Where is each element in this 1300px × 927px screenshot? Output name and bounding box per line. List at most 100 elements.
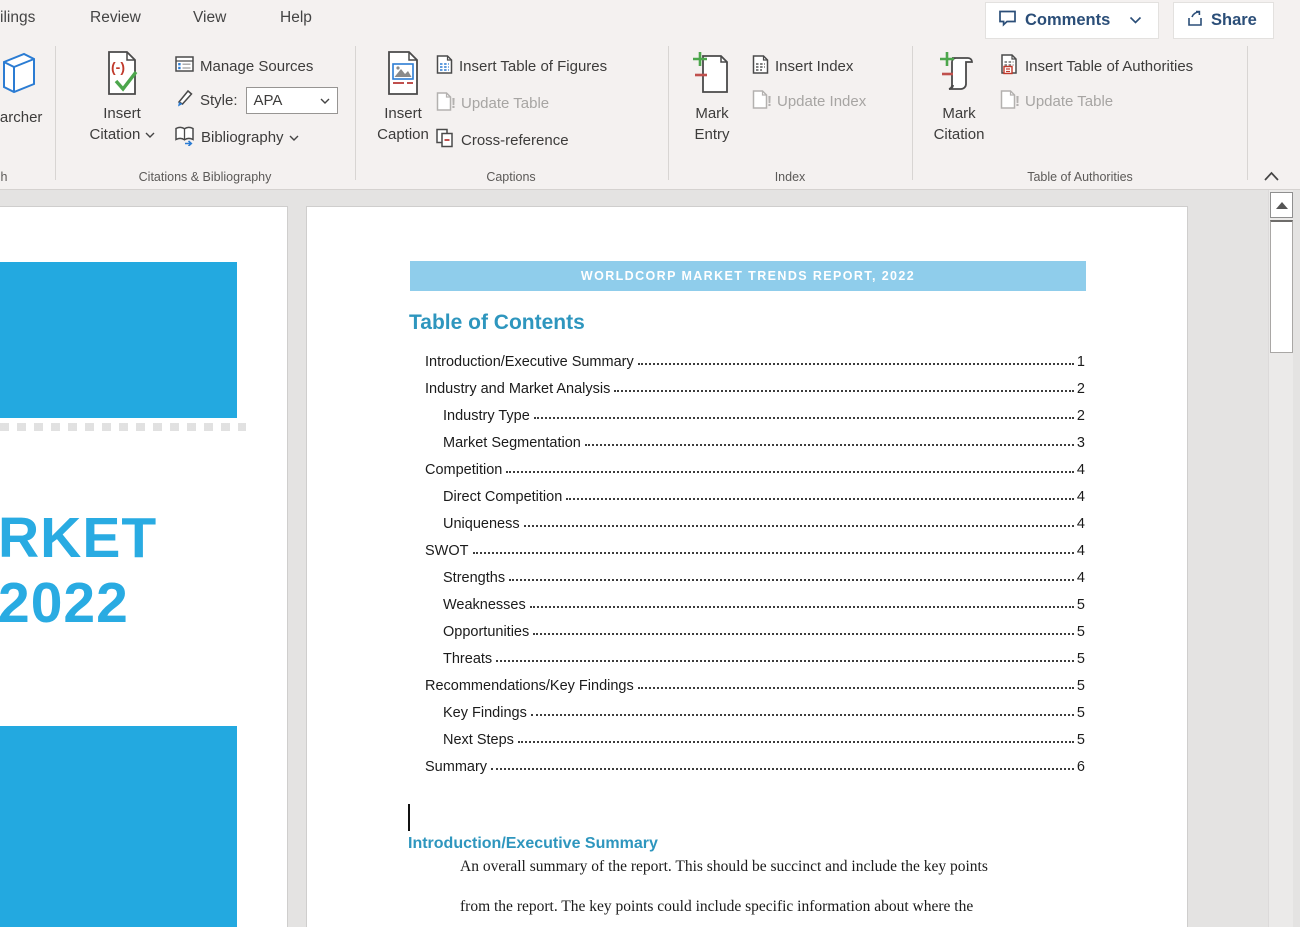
update-index-button[interactable]: ! Update Index — [750, 89, 866, 113]
toc-entry[interactable]: Threats5 — [425, 643, 1085, 670]
toc-entry-page: 4 — [1077, 543, 1085, 562]
body-text-line[interactable]: An overall summary of the report. This s… — [460, 858, 988, 876]
insert-citation-button[interactable]: (-) Insert Citation — [87, 46, 157, 145]
triangle-up-icon — [1276, 202, 1288, 209]
insert-table-of-authorities-label: Insert Table of Authorities — [1025, 58, 1193, 75]
toc-entry[interactable]: Next Steps5 — [425, 724, 1085, 751]
toc-entry-label: Threats — [443, 651, 492, 670]
group-label-research-partial: h — [1, 170, 8, 184]
mark-entry-label2: Entry — [680, 124, 744, 145]
share-button[interactable]: Share — [1173, 2, 1274, 39]
cover-top-block[interactable] — [0, 262, 237, 418]
chevron-down-icon — [289, 129, 299, 146]
table-of-figures-icon — [434, 54, 454, 79]
update-table-icon: ! — [998, 89, 1020, 114]
toc-entry-page: 5 — [1077, 678, 1085, 697]
group-label-authorities: Table of Authorities — [1027, 170, 1133, 184]
toc-entry[interactable]: Competition4 — [425, 454, 1085, 481]
scrollbar-thumb[interactable] — [1270, 220, 1293, 353]
toc-entry[interactable]: Opportunities 5 — [425, 616, 1085, 643]
update-table-button[interactable]: ! Update Table — [434, 91, 549, 115]
toc-entry-page: 1 — [1077, 354, 1085, 373]
update-table-authorities-button[interactable]: ! Update Table — [998, 89, 1113, 113]
toc-entry-page: 4 — [1077, 462, 1085, 481]
style-select[interactable]: APA — [246, 87, 338, 114]
bibliography-button[interactable]: Bibliography — [174, 125, 299, 149]
researcher-label-partial: earcher — [0, 107, 52, 128]
toc-entry-page: 5 — [1077, 624, 1085, 643]
toc-entry[interactable]: Summary6 — [425, 751, 1085, 778]
mark-citation-icon — [926, 50, 992, 101]
toc-page[interactable]: WORLDCORP MARKET TRENDS REPORT, 2022 Tab… — [307, 207, 1187, 927]
mark-entry-label1: Mark — [680, 103, 744, 124]
tab-mailings-partial[interactable]: ilings — [0, 9, 35, 27]
toc-dot-leader — [533, 633, 1074, 635]
body-text-line[interactable]: from the report. The key points could in… — [460, 898, 973, 916]
group-label-index: Index — [775, 170, 806, 184]
mark-citation-button[interactable]: Mark Citation — [926, 46, 992, 145]
cross-reference-icon — [434, 127, 456, 153]
insert-caption-button[interactable]: Insert Caption — [368, 46, 438, 145]
mark-entry-button[interactable]: Mark Entry — [680, 46, 744, 145]
toc-entry-label: Direct Competition — [443, 489, 562, 508]
toc-entry[interactable]: Introduction/Executive Summary1 — [425, 346, 1085, 373]
toc-entry[interactable]: SWOT 4 — [425, 535, 1085, 562]
toc-entry[interactable]: Industry and Market Analysis2 — [425, 373, 1085, 400]
toc-entry[interactable]: Direct Competition4 — [425, 481, 1085, 508]
insert-table-of-figures-button[interactable]: Insert Table of Figures — [434, 54, 607, 78]
title-bar: ilings Review View Help Comments Share — [0, 0, 1300, 40]
bibliography-icon — [174, 125, 196, 150]
toc-entry[interactable]: Uniqueness4 — [425, 508, 1085, 535]
toc-entry-page: 5 — [1077, 705, 1085, 724]
toc-entry[interactable]: Key Findings 5 — [425, 697, 1085, 724]
cross-reference-label: Cross-reference — [461, 132, 569, 149]
chevron-down-icon — [145, 124, 155, 145]
cover-page[interactable]: RKET 2022 — [0, 207, 287, 927]
section-heading[interactable]: Introduction/Executive Summary — [408, 835, 658, 853]
cover-bottom-block[interactable] — [0, 726, 237, 927]
cross-reference-button[interactable]: Cross-reference — [434, 128, 569, 152]
update-index-icon: ! — [750, 89, 772, 114]
insert-index-button[interactable]: Insert Index — [750, 54, 853, 78]
toc-entry-label: SWOT — [425, 543, 469, 562]
tab-view[interactable]: View — [193, 9, 226, 27]
toc-entry-label: Industry Type — [443, 408, 530, 427]
toc-dot-leader — [530, 606, 1074, 608]
toc-entry-label: Opportunities — [443, 624, 529, 643]
update-table-label: Update Table — [461, 95, 549, 112]
collapse-ribbon-button[interactable] — [1258, 168, 1284, 188]
manage-sources-button[interactable]: Manage Sources — [174, 54, 313, 78]
toc-heading[interactable]: Table of Contents — [409, 311, 585, 335]
tab-review[interactable]: Review — [90, 9, 141, 27]
toc-entry-label: Key Findings — [443, 705, 527, 724]
tab-help[interactable]: Help — [280, 9, 312, 27]
comments-button[interactable]: Comments — [985, 2, 1159, 39]
chevron-down-icon[interactable] — [1129, 11, 1142, 30]
toc-entry[interactable]: Weaknesses5 — [425, 589, 1085, 616]
scroll-up-button[interactable] — [1270, 192, 1293, 218]
insert-caption-label1: Insert — [368, 103, 438, 124]
vertical-scrollbar[interactable] — [1268, 190, 1293, 927]
toc-entry[interactable]: Strengths4 — [425, 562, 1085, 589]
update-table-icon: ! — [434, 91, 456, 116]
toc-entry-label: Summary — [425, 759, 487, 778]
toc-entry[interactable]: Industry Type2 — [425, 400, 1085, 427]
table-of-authorities-icon — [998, 53, 1020, 79]
toc-entry[interactable]: Market Segmentation3 — [425, 427, 1085, 454]
insert-table-of-authorities-button[interactable]: Insert Table of Authorities — [998, 54, 1193, 78]
cover-title-partial-line2[interactable]: 2022 — [0, 572, 129, 634]
toc-dot-leader — [491, 768, 1074, 770]
text-cursor — [408, 804, 410, 831]
researcher-button-partial[interactable]: earcher — [0, 46, 52, 128]
cover-dashed-strip — [0, 423, 246, 431]
insert-citation-icon: (-) — [87, 50, 157, 101]
comments-label: Comments — [1025, 11, 1110, 30]
insert-caption-label2: Caption — [368, 124, 438, 145]
group-divider — [1247, 46, 1248, 180]
toc-entry[interactable]: Recommendations/Key Findings5 — [425, 670, 1085, 697]
cover-title-partial-line1[interactable]: RKET — [0, 507, 157, 569]
document-title-banner[interactable]: WORLDCORP MARKET TRENDS REPORT, 2022 — [410, 261, 1086, 291]
share-label: Share — [1211, 11, 1257, 30]
toc-entry-page: 4 — [1077, 570, 1085, 589]
insert-citation-label1: Insert — [87, 103, 157, 124]
